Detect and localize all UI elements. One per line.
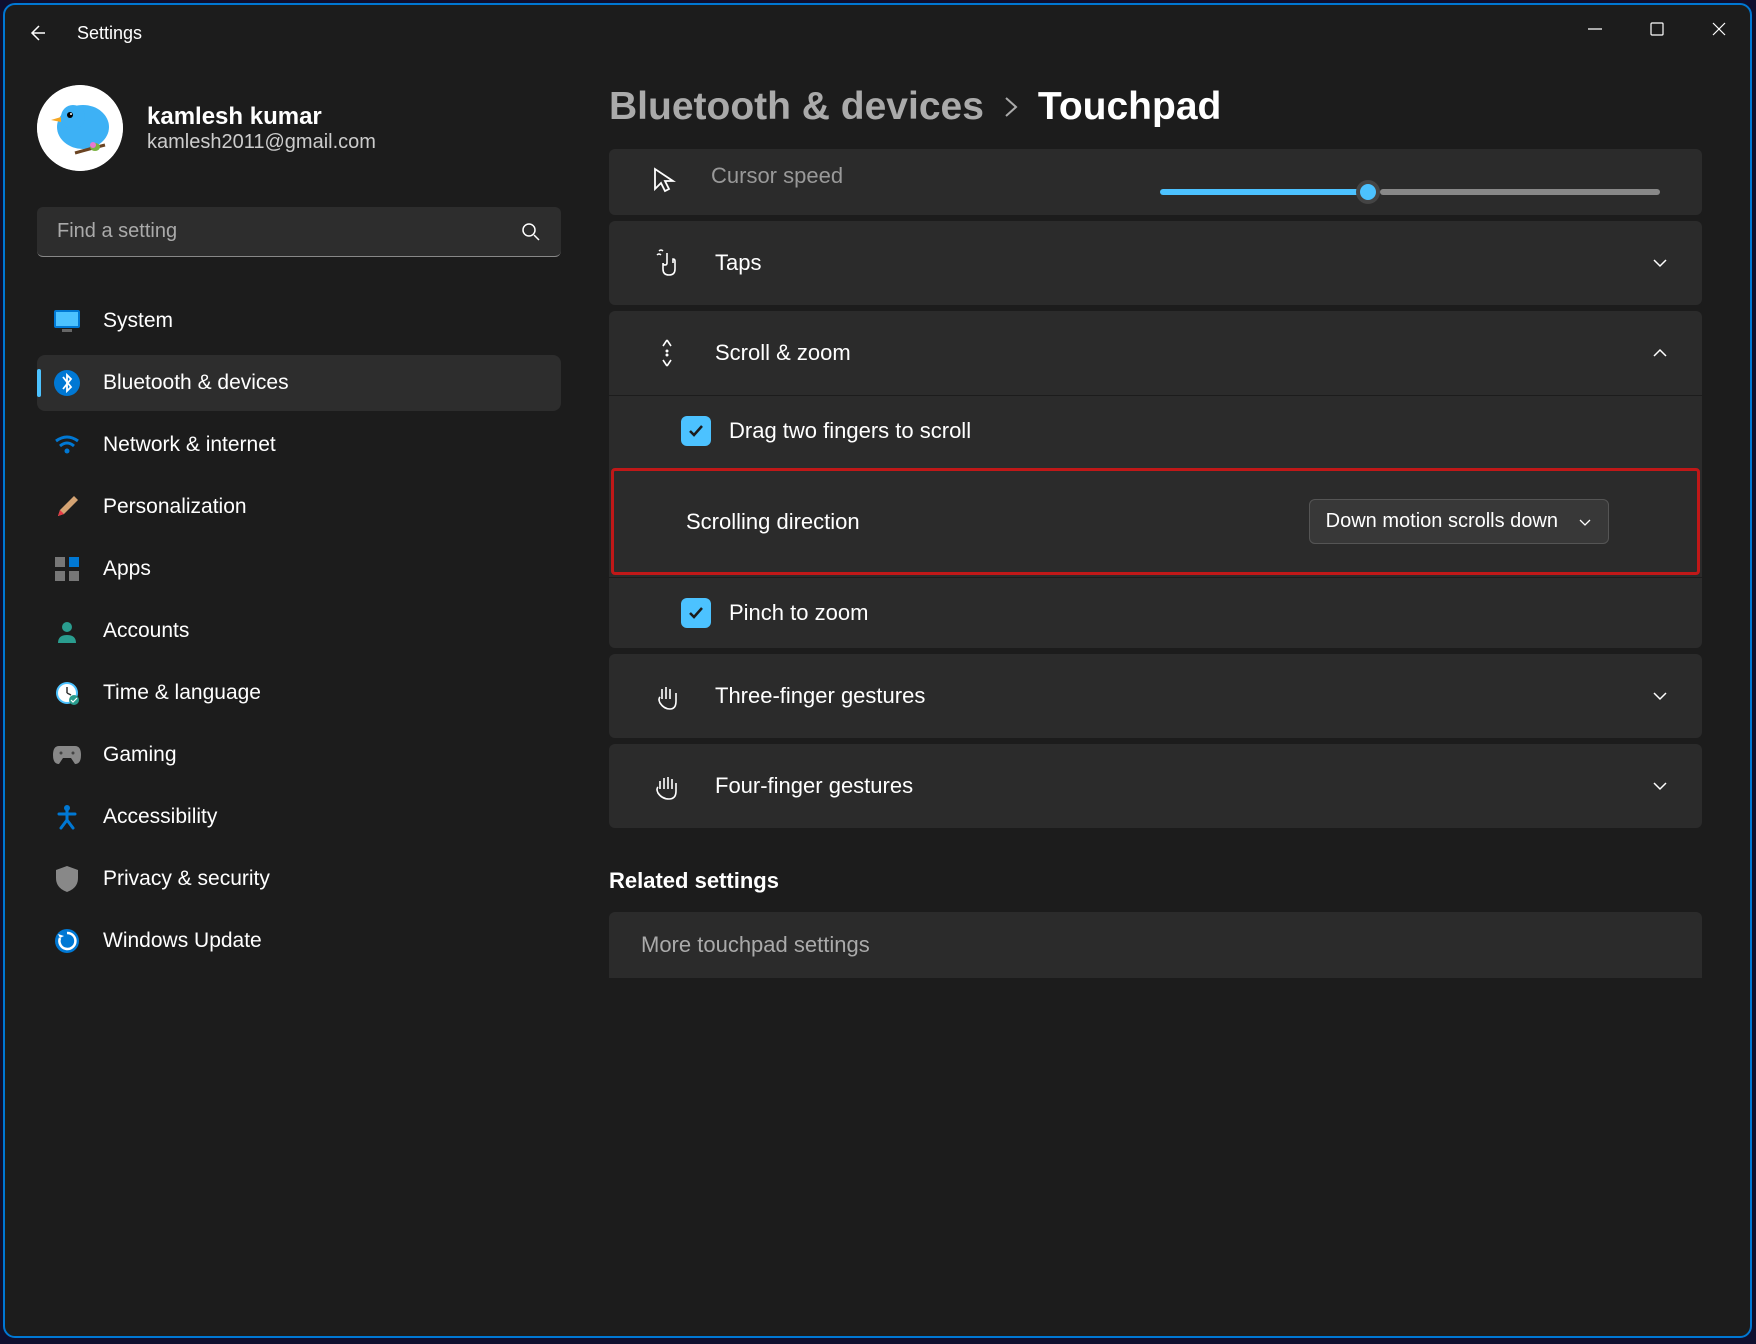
chevron-down-icon bbox=[1578, 515, 1592, 529]
check-icon bbox=[687, 422, 705, 440]
nav-accounts[interactable]: Accounts bbox=[37, 603, 561, 659]
search-input[interactable] bbox=[57, 220, 521, 243]
bluetooth-icon bbox=[53, 369, 81, 397]
scroll-icon bbox=[651, 337, 683, 369]
cursor-speed-panel[interactable]: Cursor speed bbox=[609, 149, 1702, 215]
update-icon bbox=[53, 927, 81, 955]
settings-window: Settings bbox=[3, 3, 1752, 1338]
scroll-zoom-panel: Scroll & zoom Drag two fingers to scroll… bbox=[609, 311, 1702, 648]
chevron-down-icon bbox=[1650, 776, 1670, 796]
chevron-down-icon bbox=[1650, 686, 1670, 706]
close-icon bbox=[1712, 22, 1726, 36]
slider-thumb[interactable] bbox=[1356, 180, 1380, 204]
nav-update[interactable]: Windows Update bbox=[37, 913, 561, 969]
related-settings-heading: Related settings bbox=[609, 868, 1702, 894]
nav-list: System Bluetooth & devices Network & int… bbox=[37, 293, 561, 969]
close-button[interactable] bbox=[1688, 5, 1750, 53]
maximize-icon bbox=[1650, 22, 1664, 36]
scrolling-direction-row: Scrolling direction Down motion scrolls … bbox=[611, 468, 1700, 575]
breadcrumb-parent[interactable]: Bluetooth & devices bbox=[609, 85, 984, 129]
nav-time[interactable]: Time & language bbox=[37, 665, 561, 721]
pinch-zoom-row[interactable]: Pinch to zoom bbox=[609, 577, 1702, 648]
nav-bluetooth[interactable]: Bluetooth & devices bbox=[37, 355, 561, 411]
three-finger-icon bbox=[651, 680, 683, 712]
drag-two-fingers-row[interactable]: Drag two fingers to scroll bbox=[609, 395, 1702, 466]
back-button[interactable] bbox=[13, 9, 61, 57]
wifi-icon bbox=[53, 431, 81, 459]
window-controls bbox=[1564, 5, 1750, 53]
taps-panel[interactable]: Taps bbox=[609, 221, 1702, 305]
scrolling-direction-dropdown[interactable]: Down motion scrolls down bbox=[1309, 499, 1609, 544]
titlebar: Settings bbox=[5, 5, 1750, 61]
app-title: Settings bbox=[77, 23, 142, 44]
brush-icon bbox=[53, 493, 81, 521]
nav-gaming[interactable]: Gaming bbox=[37, 727, 561, 783]
profile-email: kamlesh2011@gmail.com bbox=[147, 131, 376, 154]
nav-personalization[interactable]: Personalization bbox=[37, 479, 561, 535]
chevron-down-icon bbox=[1650, 253, 1670, 273]
clock-icon bbox=[53, 679, 81, 707]
profile[interactable]: kamlesh kumar kamlesh2011@gmail.com bbox=[37, 85, 561, 171]
sidebar: kamlesh kumar kamlesh2011@gmail.com Syst… bbox=[5, 61, 585, 1336]
shield-icon bbox=[53, 865, 81, 893]
breadcrumb: Bluetooth & devices Touchpad bbox=[609, 85, 1702, 129]
nav-apps[interactable]: Apps bbox=[37, 541, 561, 597]
gamepad-icon bbox=[53, 741, 81, 769]
person-icon bbox=[53, 617, 81, 645]
more-touchpad-panel[interactable]: More touchpad settings bbox=[609, 912, 1702, 978]
minimize-icon bbox=[1588, 22, 1602, 36]
three-finger-panel[interactable]: Three-finger gestures bbox=[609, 654, 1702, 738]
four-finger-panel[interactable]: Four-finger gestures bbox=[609, 744, 1702, 828]
profile-name: kamlesh kumar bbox=[147, 103, 376, 131]
drag-checkbox[interactable] bbox=[681, 416, 711, 446]
tap-icon bbox=[651, 247, 683, 279]
back-arrow-icon bbox=[27, 23, 47, 43]
pinch-checkbox[interactable] bbox=[681, 598, 711, 628]
four-finger-icon bbox=[651, 770, 683, 802]
nav-network[interactable]: Network & internet bbox=[37, 417, 561, 473]
cursor-icon bbox=[651, 167, 679, 195]
chevron-up-icon bbox=[1650, 343, 1670, 363]
check-icon bbox=[687, 604, 705, 622]
nav-system[interactable]: System bbox=[37, 293, 561, 349]
search-box[interactable] bbox=[37, 207, 561, 257]
system-icon bbox=[53, 307, 81, 335]
avatar-bird-icon bbox=[37, 85, 123, 171]
nav-accessibility[interactable]: Accessibility bbox=[37, 789, 561, 845]
avatar bbox=[37, 85, 123, 171]
apps-icon bbox=[53, 555, 81, 583]
nav-privacy[interactable]: Privacy & security bbox=[37, 851, 561, 907]
cursor-speed-slider[interactable] bbox=[1160, 189, 1380, 195]
breadcrumb-current: Touchpad bbox=[1038, 85, 1221, 129]
chevron-right-icon bbox=[1004, 96, 1018, 118]
accessibility-icon bbox=[53, 803, 81, 831]
search-icon bbox=[521, 222, 541, 242]
minimize-button[interactable] bbox=[1564, 5, 1626, 53]
maximize-button[interactable] bbox=[1626, 5, 1688, 53]
scroll-zoom-header[interactable]: Scroll & zoom bbox=[609, 311, 1702, 395]
content: Bluetooth & devices Touchpad Cursor spee… bbox=[585, 61, 1750, 1336]
